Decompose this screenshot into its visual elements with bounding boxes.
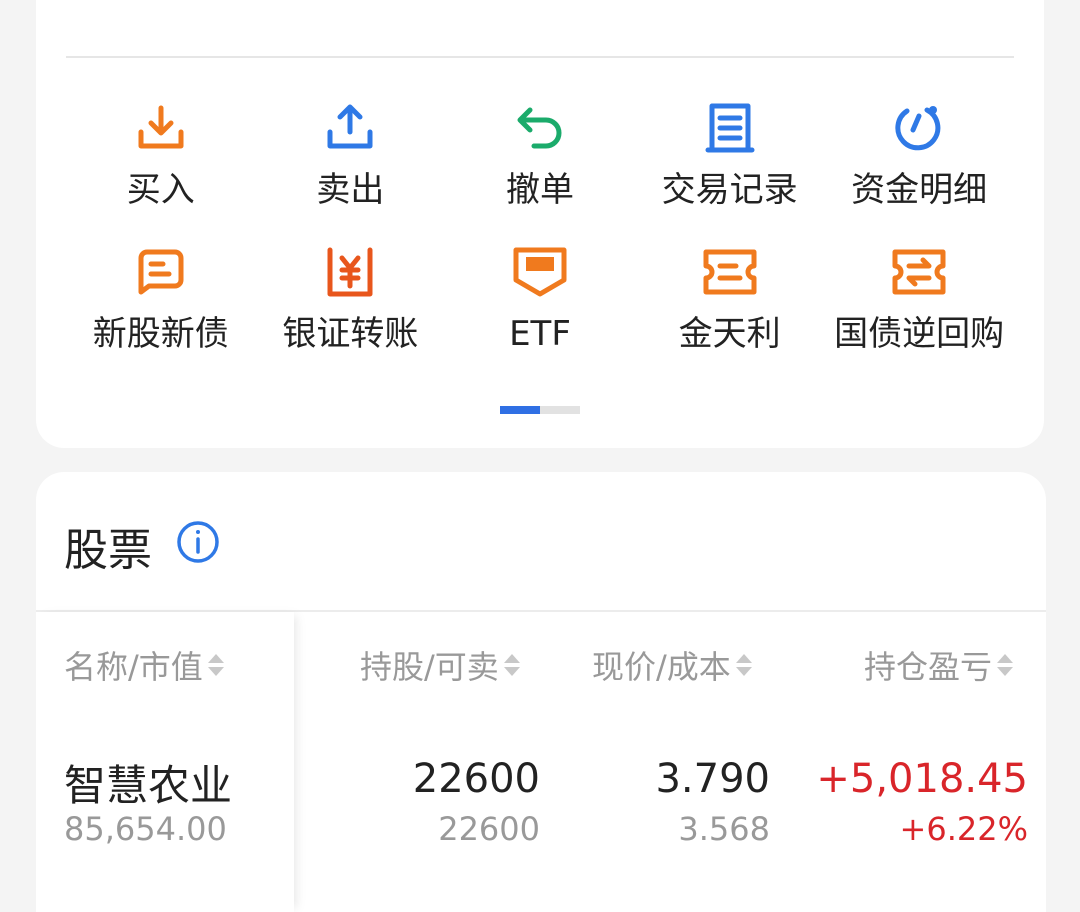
stocks-card: 股票 名称/市值 持股/可卖 现价/成本 持仓盈亏 智慧农业 85,654.00…: [36, 472, 1046, 912]
header-pnl[interactable]: 持仓盈亏: [864, 642, 1014, 688]
header-label: 名称/市值: [64, 648, 203, 686]
shares-held: 22600: [412, 756, 540, 802]
action-ipo[interactable]: 新股新债: [66, 244, 256, 388]
undo-arrow-icon: [512, 100, 568, 156]
action-bank-transfer[interactable]: 银证转账: [256, 244, 446, 388]
sort-icon: [996, 651, 1014, 679]
divider: [66, 56, 1014, 58]
header-label: 现价/成本: [592, 648, 731, 686]
header-name-value[interactable]: 名称/市值: [64, 642, 225, 688]
header-shares-sellable[interactable]: 持股/可卖: [360, 642, 521, 688]
cost-price: 3.568: [678, 810, 770, 848]
etf-badge-icon: [512, 244, 568, 300]
download-icon: [133, 100, 189, 156]
action-cancel-order[interactable]: 撤单: [445, 100, 635, 244]
action-label: 撤单: [505, 170, 574, 210]
action-label: 银证转账: [282, 314, 419, 354]
stock-name: 智慧农业: [64, 761, 233, 810]
chat-card-icon: [133, 244, 189, 300]
page-indicator: [500, 406, 580, 414]
action-label: 国债逆回购: [834, 314, 1005, 354]
header-price-cost[interactable]: 现价/成本: [592, 642, 753, 688]
info-icon[interactable]: [176, 520, 220, 564]
page-indicator-active: [500, 406, 540, 414]
header-label: 持股/可卖: [360, 648, 499, 686]
sort-icon: [735, 651, 753, 679]
section-title: 股票: [64, 525, 152, 576]
action-fund-details[interactable]: 资金明细: [824, 100, 1014, 244]
current-price: 3.790: [655, 756, 770, 802]
header-label: 持仓盈亏: [864, 648, 993, 686]
shares-sellable: 22600: [438, 810, 540, 848]
yen-transfer-icon: [322, 244, 378, 300]
action-label: 金天利: [678, 314, 781, 354]
action-label: 交易记录: [661, 170, 798, 210]
action-buy[interactable]: 买入: [66, 100, 256, 244]
sort-icon: [207, 651, 225, 679]
quick-actions-card: 买入 卖出 撤单 交易记录 资金明细 新股新债 银证转账 ETF 金天利 国债逆…: [36, 0, 1044, 448]
market-value: 85,654.00: [64, 810, 227, 848]
document-list-icon: [702, 100, 758, 156]
position-pnl: +5,018.45: [816, 756, 1028, 802]
action-label: 资金明细: [851, 170, 988, 210]
action-label: 卖出: [316, 170, 385, 210]
quick-actions-grid: 买入 卖出 撤单 交易记录 资金明细 新股新债 银证转账 ETF 金天利 国债逆…: [66, 100, 1014, 388]
action-label: 新股新债: [92, 314, 229, 354]
exchange-ticket-icon: [891, 244, 947, 300]
position-pnl-percent: +6.22%: [899, 810, 1028, 848]
action-trade-records[interactable]: 交易记录: [635, 100, 825, 244]
ticket-icon: [702, 244, 758, 300]
action-jintianli[interactable]: 金天利: [635, 244, 825, 388]
upload-icon: [322, 100, 378, 156]
action-sell[interactable]: 卖出: [256, 100, 446, 244]
action-etf[interactable]: ETF: [445, 244, 635, 388]
refresh-circle-icon: [891, 100, 947, 156]
action-label: 买入: [126, 170, 195, 210]
action-label: ETF: [509, 314, 571, 354]
sort-icon: [503, 651, 521, 679]
action-reverse-repo[interactable]: 国债逆回购: [824, 244, 1014, 388]
